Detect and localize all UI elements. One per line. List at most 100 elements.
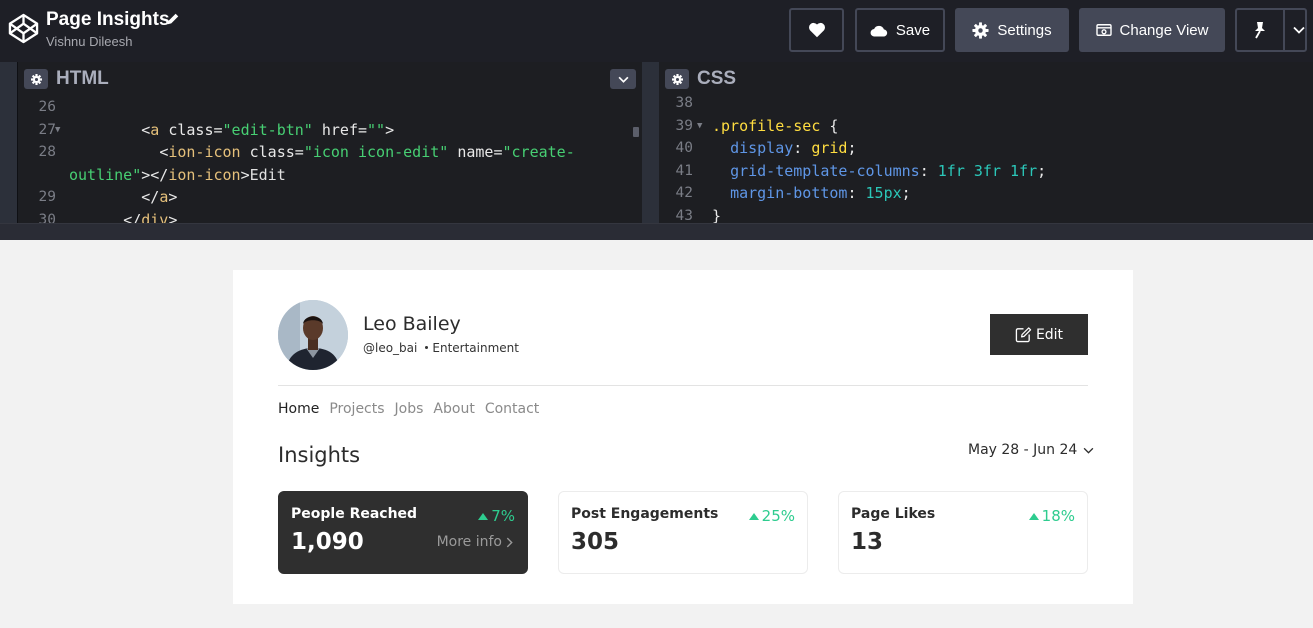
code-line[interactable]: 40 display: grid; xyxy=(659,137,1313,160)
line-number: 41 xyxy=(675,162,693,179)
code-line[interactable]: 27 ▼ <a class="edit-btn" href=""> xyxy=(18,119,642,142)
line-number: 28 xyxy=(38,144,56,160)
pin-dropdown[interactable] xyxy=(1293,10,1305,50)
code-line[interactable]: 28 <ion-icon class="icon icon-edit" name… xyxy=(18,141,642,164)
pin-icon xyxy=(1255,22,1265,39)
nav-jobs[interactable]: Jobs xyxy=(395,401,424,417)
profile-category: Entertainment xyxy=(432,341,519,355)
html-settings-button[interactable] xyxy=(24,69,48,89)
insights-title: Insights xyxy=(278,443,361,467)
nav-about[interactable]: About xyxy=(433,401,474,417)
html-editor-header: HTML xyxy=(18,62,642,96)
stat-change: 7% xyxy=(478,507,515,525)
cloud-icon xyxy=(870,25,888,37)
line-number: 43 xyxy=(675,207,693,224)
pin-toggle[interactable] xyxy=(1237,10,1285,50)
stat-change: 18% xyxy=(1028,507,1075,525)
settings-button[interactable]: Settings xyxy=(955,8,1069,52)
gear-icon xyxy=(972,21,989,39)
trend-up-icon xyxy=(1028,512,1039,520)
chevron-down-icon xyxy=(1083,447,1094,454)
stat-value: 1,090 xyxy=(291,529,364,555)
change-view-label: Change View xyxy=(1119,21,1209,39)
fold-arrow-icon[interactable]: ▼ xyxy=(697,115,702,138)
stat-card-people-reached[interactable]: People Reached 7% 1,090 More info xyxy=(278,491,528,574)
more-info-link[interactable]: More info xyxy=(437,534,513,550)
preview-resize-bar[interactable] xyxy=(0,223,1313,240)
trend-up-icon xyxy=(478,512,489,520)
code-line[interactable]: 26 xyxy=(18,96,642,119)
css-editor-title: CSS xyxy=(697,68,737,89)
fold-arrow-icon[interactable]: ▼ xyxy=(55,119,60,142)
stat-card-page-likes[interactable]: Page Likes 18% 13 xyxy=(838,491,1088,574)
line-number: 29 xyxy=(38,189,56,205)
css-settings-button[interactable] xyxy=(665,69,689,89)
nav-home[interactable]: Home xyxy=(278,401,319,417)
code-line[interactable]: 41 grid-template-columns: 1fr 3fr 1fr; xyxy=(659,160,1313,183)
stat-label: Post Engagements xyxy=(571,506,719,522)
date-range-dropdown[interactable]: May 28 - Jun 24 xyxy=(968,442,1094,458)
change-view-button[interactable]: Change View xyxy=(1079,8,1225,52)
stat-change-value: 25% xyxy=(761,507,795,525)
code-text: display: grid; xyxy=(730,139,857,157)
code-text: outline"></ion-icon>Edit xyxy=(69,165,286,184)
nav-projects[interactable]: Projects xyxy=(329,401,384,417)
code-editors: HTML 26 27 ▼ <a class="edit-btn" href=""> 2… xyxy=(0,62,1313,240)
html-scrollbar[interactable] xyxy=(633,127,639,137)
code-line[interactable]: 43} xyxy=(659,205,1313,224)
code-text: <ion-icon class="icon icon-edit" name="c… xyxy=(159,143,575,161)
code-line[interactable]: 30 </div> xyxy=(18,209,642,224)
code-line[interactable]: 29 </a> xyxy=(18,186,642,209)
line-number: 39 xyxy=(675,117,693,134)
profile-meta: @leo_bai Entertainment xyxy=(363,341,519,355)
edit-button[interactable]: Edit xyxy=(990,314,1088,355)
html-collapse-button[interactable] xyxy=(610,69,636,89)
code-text: <a class="edit-btn" href=""> xyxy=(141,120,395,139)
code-line[interactable]: outline"></ion-icon>Edit xyxy=(18,164,642,187)
code-line[interactable]: 39 ▼ .profile-sec { xyxy=(659,115,1313,138)
line-number: 42 xyxy=(675,185,693,201)
stat-label: People Reached xyxy=(291,506,418,522)
line-number: 26 xyxy=(38,99,56,115)
pen-author[interactable]: Vishnu Dileesh xyxy=(46,34,132,49)
profile-card: Leo Bailey @leo_bai Entertainment Edit Ho… xyxy=(233,270,1133,604)
pin-button[interactable] xyxy=(1235,8,1307,52)
trend-up-icon xyxy=(748,512,759,520)
code-text: grid-template-columns: 1fr 3fr 1fr; xyxy=(730,161,1047,180)
html-editor-title: HTML xyxy=(56,68,109,89)
code-text: margin-bottom: 15px; xyxy=(730,184,911,202)
profile-handle: @leo_bai xyxy=(363,341,418,355)
create-outline-icon xyxy=(1015,327,1032,343)
code-line[interactable]: 38 xyxy=(659,92,1313,115)
save-label: Save xyxy=(895,21,931,39)
code-line[interactable]: 42 margin-bottom: 15px; xyxy=(659,182,1313,205)
html-editor[interactable]: HTML 26 27 ▼ <a class="edit-btn" href=""> 2… xyxy=(18,62,642,223)
nav-contact[interactable]: Contact xyxy=(485,401,539,417)
editor-header: Page Insights Vishnu Dileesh Save Settin… xyxy=(0,0,1313,62)
heart-icon xyxy=(808,22,825,38)
code-text: .profile-sec { xyxy=(712,116,839,135)
separator-dot xyxy=(425,346,429,349)
love-button[interactable] xyxy=(789,8,844,52)
pencil-edit-icon[interactable] xyxy=(166,12,180,26)
stat-change: 25% xyxy=(748,507,795,525)
more-info-label: More info xyxy=(436,534,502,550)
css-code[interactable]: 38 39 ▼ .profile-sec {40 display: grid; 41 g… xyxy=(659,92,1313,223)
chevron-down-icon xyxy=(618,76,628,83)
editor-resize-handle[interactable] xyxy=(642,62,659,223)
save-button[interactable]: Save xyxy=(855,8,945,52)
html-code[interactable]: 26 27 ▼ <a class="edit-btn" href=""> 28 <io… xyxy=(18,96,642,223)
line-number: 40 xyxy=(675,140,693,156)
stat-value: 13 xyxy=(851,529,884,555)
left-gutter xyxy=(0,62,17,223)
css-editor[interactable]: CSS 38 39 ▼ .profile-sec { 40 display: grid;… xyxy=(659,62,1313,223)
pen-title[interactable]: Page Insights xyxy=(46,9,170,31)
codepen-logo-icon[interactable] xyxy=(8,13,39,44)
stat-card-post-engagements[interactable]: Post Engagements 25% 305 xyxy=(558,491,808,574)
edit-label: Edit xyxy=(1035,326,1064,343)
profile-name: Leo Bailey xyxy=(363,313,461,335)
layout-view-icon xyxy=(1095,24,1112,36)
profile-photo xyxy=(278,300,348,370)
stat-change-value: 7% xyxy=(491,507,515,525)
css-editor-header: CSS xyxy=(659,62,1313,96)
